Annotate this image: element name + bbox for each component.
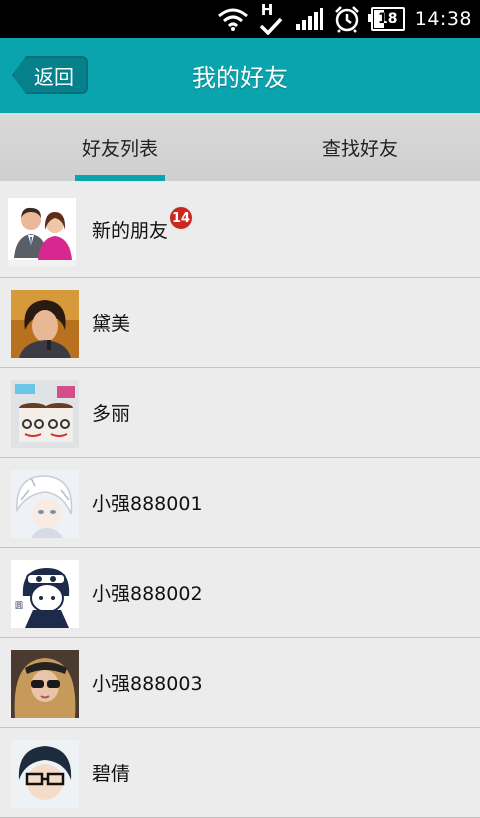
wifi-icon: [217, 7, 249, 31]
user-avatar: [11, 290, 79, 358]
friend-name: 小强888002: [92, 583, 203, 605]
friend-name: 黛美: [92, 313, 131, 335]
friend-name: 碧倩: [92, 763, 131, 785]
list-item[interactable]: 多丽: [0, 368, 480, 458]
user-avatar: [11, 470, 79, 538]
network-h-icon: H: [259, 1, 285, 37]
list-item-new-friends[interactable]: 新的朋友 14: [0, 181, 480, 278]
battery-icon: 18: [367, 7, 405, 31]
user-avatar: [11, 740, 79, 808]
list-item[interactable]: 小强888001: [0, 458, 480, 548]
tab-find-friends[interactable]: 查找好友: [240, 113, 480, 181]
back-button-label: 返回: [34, 64, 74, 89]
alarm-icon: [333, 5, 361, 33]
list-item[interactable]: 黛美: [0, 278, 480, 368]
new-friends-count-badge: 14: [168, 205, 194, 231]
status-bar: H 18 14:38: [0, 0, 480, 38]
battery-level: 18: [377, 11, 398, 27]
list-item[interactable]: 小强888003: [0, 638, 480, 728]
new-friends-avatar: [8, 198, 76, 266]
svg-text:圆: 圆: [15, 601, 23, 610]
user-avatar: [11, 380, 79, 448]
clock: 14:38: [414, 8, 472, 30]
user-avatar: 圆: [11, 560, 79, 628]
tab-friend-list-label: 好友列表: [81, 137, 158, 160]
status-icons: H 18 14:38: [217, 0, 472, 38]
friend-name: 小强888003: [92, 673, 203, 695]
user-avatar: [11, 650, 79, 718]
list-item[interactable]: 圆 小强888002: [0, 548, 480, 638]
back-button[interactable]: 返回: [12, 56, 88, 94]
friend-name: 小强888001: [92, 493, 203, 515]
title-bar: 返回 我的好友: [0, 38, 480, 113]
friend-list: 新的朋友 14 黛美 多丽 小强888001 圆 小强888002 小强8880…: [0, 181, 480, 818]
friend-name: 新的朋友: [92, 219, 169, 242]
tab-friend-list[interactable]: 好友列表: [0, 113, 240, 181]
signal-icon: [295, 7, 323, 31]
friend-name: 多丽: [92, 403, 131, 425]
list-item[interactable]: 碧倩: [0, 728, 480, 818]
tab-find-friends-label: 查找好友: [321, 137, 398, 160]
tab-bar: 好友列表 查找好友: [0, 113, 480, 181]
